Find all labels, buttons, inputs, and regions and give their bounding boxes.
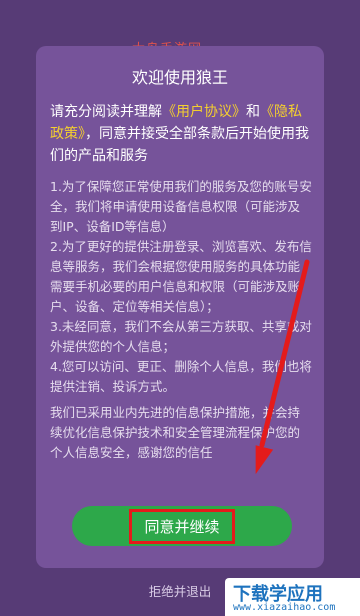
privacy-dialog: 欢迎使用狼王 请充分阅读并理解《用户协议》和《隐私政策》，同意并接受全部条款后开… [36,46,324,599]
user-agreement-link[interactable]: 《用户协议》 [162,104,246,120]
screen: 大鸟手游网 欢迎使用狼王 请充分阅读并理解《用户协议》和《隐私政策》，同意并接受… [0,0,360,616]
site-watermark-badge: 下载学应用 www.xiazaihao.com [225,578,360,616]
term-item: 4.您可以访问、更正、删除个人信息，我们也将提供注销、投诉方式。 [50,359,312,394]
terms-list: 1.为了保障您正常使用我们的服务及您的账号安全，我们将申请使用设备信息权限（可能… [50,177,312,397]
term-item: 2.为了更好的提供注册登录、浏览喜欢、发布信息等服务，我们会根据您使用服务的具体… [50,239,312,314]
badge-url: www.xiazaihao.com [233,602,336,613]
intro-after: ，同意并接受全部条款后开始使用我们的产品和服务 [50,126,309,164]
agree-and-continue-button[interactable]: 同意并继续 [72,506,292,546]
intro-and: 和 [246,104,260,120]
footer-text: 我们已采用业内先进的信息保护措施，并会持续优化信息保护技术和安全管理流程保护您的… [50,405,301,460]
dialog-title: 欢迎使用狼王 [131,68,228,87]
term-item: 1.为了保障您正常使用我们的服务及您的账号安全，我们将申请使用设备信息权限（可能… [50,179,312,234]
term-item: 3.未经同意，我们不会从第三方获取、共享或对外提供您的个人信息； [50,319,312,354]
intro-before: 请充分阅读并理解 [50,104,162,120]
agree-button-label: 同意并继续 [129,508,235,544]
dialog-intro: 请充分阅读并理解《用户协议》和《隐私政策》，同意并接受全部条款后开始使用我们的产… [50,101,312,167]
